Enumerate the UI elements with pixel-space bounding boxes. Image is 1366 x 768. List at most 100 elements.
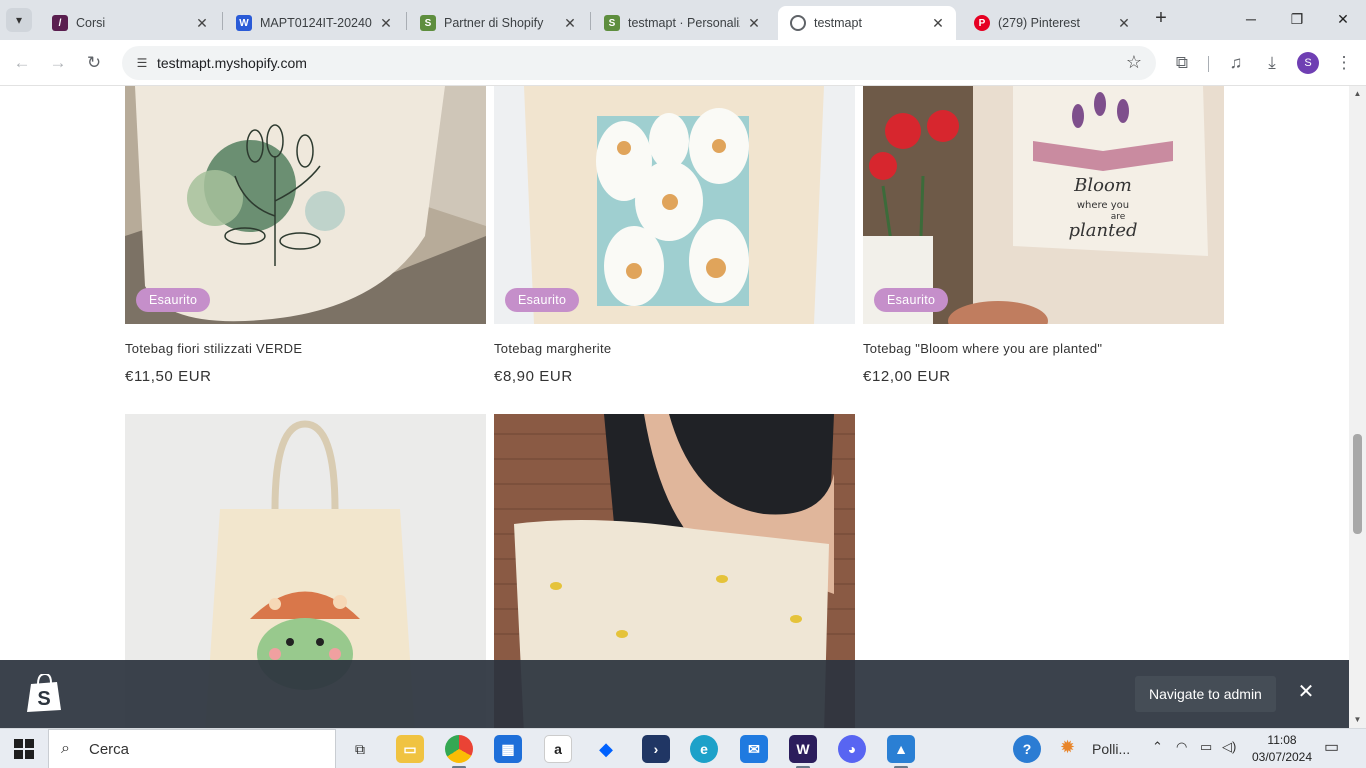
- close-tab-icon[interactable]: ✕: [930, 15, 946, 32]
- restore-icon[interactable]: ❐: [1286, 8, 1308, 30]
- clock-date: 03/07/2024: [1251, 750, 1313, 764]
- close-tab-icon[interactable]: ✕: [378, 15, 394, 32]
- store-icon[interactable]: ▦: [494, 735, 522, 763]
- discord-icon[interactable]: ◕: [838, 735, 866, 763]
- menu-kebab-icon[interactable]: ⋮: [1332, 51, 1356, 75]
- tab-separator: [222, 12, 223, 30]
- tab-testmapt-customize[interactable]: S testmapt · Personaliz ✕: [592, 6, 772, 40]
- task-view-icon[interactable]: ⧉: [346, 735, 374, 763]
- media-control-icon[interactable]: ♫: [1224, 51, 1248, 75]
- battery-icon[interactable]: ▭: [1200, 739, 1212, 755]
- page-scrollbar[interactable]: ▲ ▼: [1349, 86, 1366, 728]
- store-page: Esaurito Totebag fiori stilizzati VERDE …: [0, 86, 1349, 728]
- tab-title: Partner di Shopify: [444, 16, 544, 30]
- chevron-up-icon[interactable]: ⌃: [1152, 739, 1163, 755]
- tab-shopify-partners[interactable]: S Partner di Shopify ✕: [408, 6, 588, 40]
- network-icon[interactable]: ◠: [1176, 739, 1187, 755]
- chevron-down-icon: ▾: [15, 13, 23, 27]
- status-badge: Esaurito: [505, 288, 580, 312]
- product-card[interactable]: Esaurito Totebag fiori stilizzati VERDE …: [125, 86, 486, 396]
- search-placeholder: Cerca: [89, 741, 130, 758]
- shopify-bag-icon: S: [27, 674, 61, 712]
- tab-title: (279) Pinterest: [998, 16, 1080, 30]
- weather-icon[interactable]: ✹: [1060, 737, 1075, 758]
- navigate-to-admin-button[interactable]: Navigate to admin: [1135, 676, 1276, 712]
- weather-label[interactable]: Polli...: [1092, 741, 1130, 757]
- tab-mapt[interactable]: W MAPT0124IT-2024050 ✕: [224, 6, 404, 40]
- browser-toolbar: ← → ↻ ☰ testmapt.myshopify.com ☆ ⧉ ♫ ⤓ S…: [0, 40, 1366, 86]
- site-info-icon[interactable]: ☰: [134, 55, 150, 71]
- close-tab-icon[interactable]: ✕: [1116, 15, 1132, 32]
- tab-title: Corsi: [76, 16, 106, 30]
- tab-title: MAPT0124IT-2024050: [260, 16, 372, 30]
- product-title[interactable]: Totebag margherite: [494, 341, 611, 356]
- powershell-icon[interactable]: ›: [642, 735, 670, 763]
- close-tab-icon[interactable]: ✕: [746, 15, 762, 32]
- scroll-down-icon[interactable]: ▼: [1349, 712, 1366, 728]
- profile-avatar[interactable]: S: [1297, 52, 1319, 74]
- tab-title: testmapt · Personaliz: [628, 16, 740, 30]
- amazon-icon[interactable]: a: [544, 735, 572, 763]
- browser-tab-strip: ▾ / Corsi ✕ W MAPT0124IT-2024050 ✕ S Par…: [0, 0, 1366, 40]
- forward-button[interactable]: →: [46, 51, 70, 75]
- tab-search-button[interactable]: ▾: [6, 8, 32, 32]
- new-tab-button[interactable]: +: [1150, 8, 1172, 30]
- edge-icon[interactable]: e: [690, 735, 718, 763]
- taskbar-clock[interactable]: 11:08 03/07/2024: [1246, 732, 1318, 766]
- webex-icon[interactable]: W: [789, 735, 817, 763]
- shopify-favicon-icon: S: [420, 15, 436, 31]
- scroll-thumb[interactable]: [1353, 434, 1362, 534]
- url-text[interactable]: testmapt.myshopify.com: [157, 55, 307, 71]
- tab-testmapt-active[interactable]: testmapt ✕: [778, 6, 956, 40]
- tab-title: testmapt: [814, 16, 862, 30]
- product-price: €11,50 EUR: [125, 368, 212, 385]
- back-button[interactable]: ←: [10, 51, 34, 75]
- taskbar-search-box[interactable]: ⌕ Cerca: [48, 729, 336, 768]
- product-price: €8,90 EUR: [494, 368, 573, 385]
- windows-start-icon[interactable]: [14, 739, 34, 759]
- status-badge: Esaurito: [874, 288, 949, 312]
- tab-corsi[interactable]: / Corsi ✕: [40, 6, 220, 40]
- close-tab-icon[interactable]: ✕: [194, 15, 210, 32]
- status-badge: Esaurito: [136, 288, 211, 312]
- chrome-icon[interactable]: [445, 735, 473, 763]
- mail-icon[interactable]: ✉: [740, 735, 768, 763]
- tab-separator: [590, 12, 591, 30]
- product-card[interactable]: Bloom where you are planted Esaurito Tot…: [863, 86, 1224, 396]
- close-window-icon[interactable]: ✕: [1332, 8, 1354, 30]
- product-card[interactable]: Esaurito Totebag margherite €8,90 EUR: [494, 86, 855, 396]
- volume-icon[interactable]: ◁): [1222, 739, 1236, 755]
- artwork-text: planted: [1068, 220, 1137, 241]
- dropbox-icon[interactable]: ◆: [592, 735, 620, 763]
- download-icon[interactable]: ⤓: [1260, 51, 1284, 75]
- product-image[interactable]: Bloom where you are planted Esaurito: [863, 86, 1224, 324]
- extensions-icon[interactable]: ⧉: [1170, 51, 1194, 75]
- reload-button[interactable]: ↻: [82, 51, 106, 75]
- product-price: €12,00 EUR: [863, 368, 951, 385]
- toolbar-separator: [1208, 56, 1209, 72]
- tab-separator: [406, 12, 407, 30]
- artwork-text: where you: [1077, 200, 1129, 211]
- product-image[interactable]: Esaurito: [125, 86, 486, 324]
- help-icon[interactable]: ?: [1013, 735, 1041, 763]
- scroll-up-icon[interactable]: ▲: [1349, 86, 1366, 102]
- photos-icon[interactable]: ▲: [887, 735, 915, 763]
- file-explorer-icon[interactable]: ▭: [396, 735, 424, 763]
- product-image[interactable]: Esaurito: [494, 86, 855, 324]
- clock-time: 11:08: [1267, 733, 1297, 747]
- windows-taskbar: ⌕ Cerca ⧉ ▭ ▦ a ◆ › e ✉ W ◕ ▲ ? ✹ Polli.…: [0, 728, 1366, 768]
- close-tab-icon[interactable]: ✕: [562, 15, 578, 32]
- close-icon[interactable]: ✕: [1296, 682, 1316, 702]
- notifications-icon[interactable]: ▭: [1324, 737, 1339, 757]
- tab-pinterest[interactable]: P (279) Pinterest ✕: [962, 6, 1142, 40]
- bookmark-star-icon[interactable]: ☆: [1126, 52, 1142, 73]
- address-bar[interactable]: ☰ testmapt.myshopify.com ☆: [122, 46, 1156, 80]
- course-favicon-icon: W: [236, 15, 252, 31]
- globe-icon: [790, 15, 806, 31]
- svg-text:S: S: [37, 688, 50, 710]
- shopify-admin-bar: S Navigate to admin ✕: [0, 660, 1349, 728]
- search-icon: ⌕: [61, 740, 70, 757]
- minimize-icon[interactable]: ─: [1240, 8, 1262, 30]
- product-title[interactable]: Totebag fiori stilizzati VERDE: [125, 341, 302, 356]
- product-title[interactable]: Totebag "Bloom where you are planted": [863, 341, 1102, 356]
